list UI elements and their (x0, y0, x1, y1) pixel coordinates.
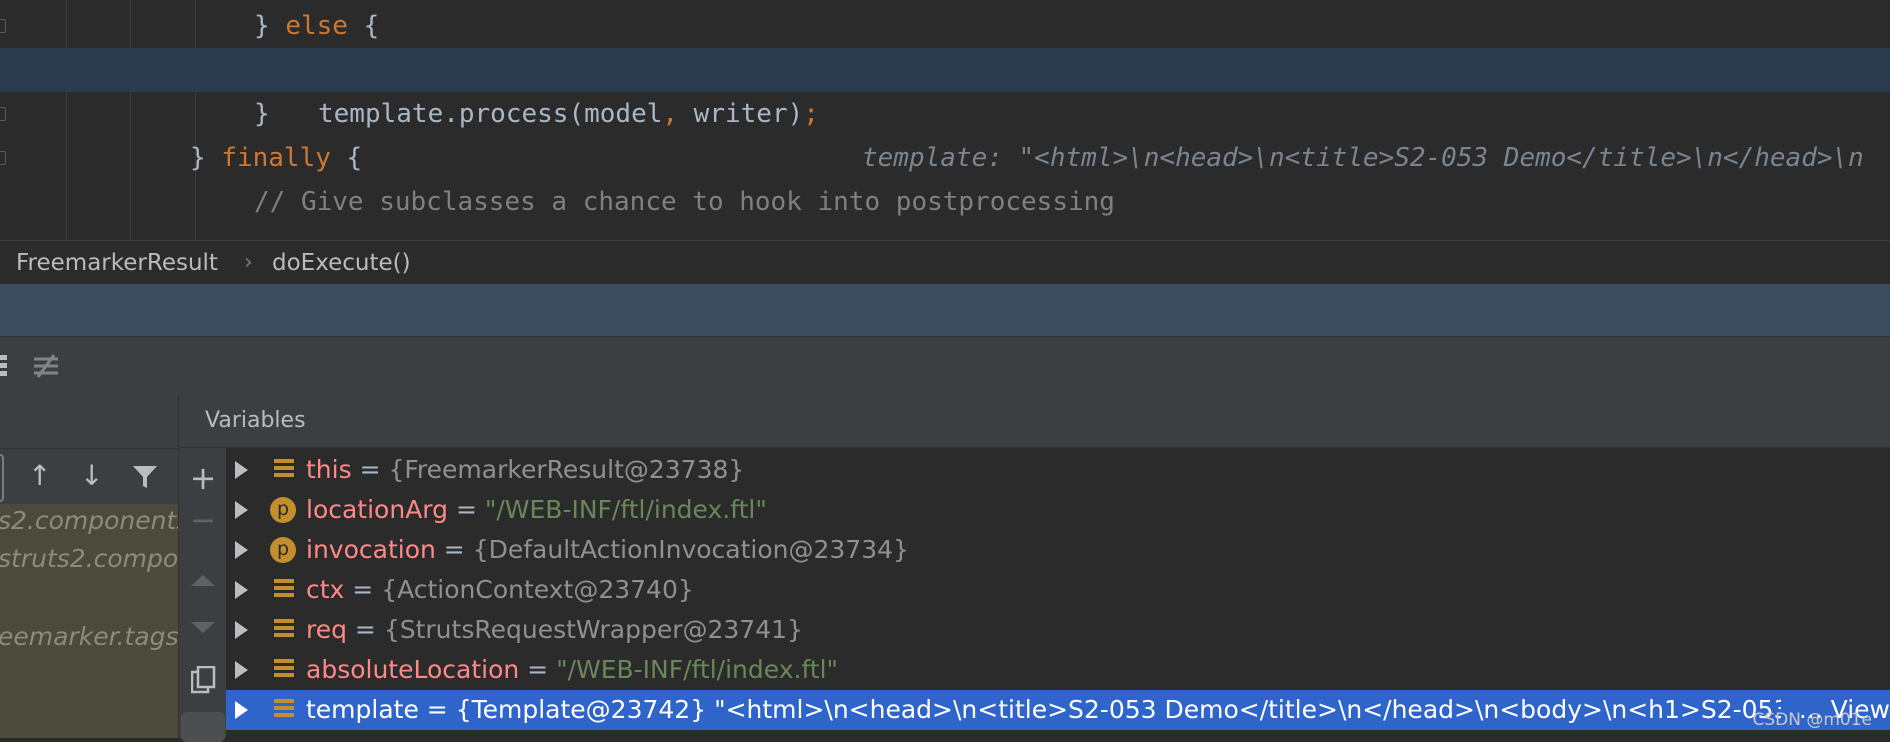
variable-name: locationArg (306, 495, 449, 524)
variable-name: this (306, 455, 352, 484)
frames-panel: ↑ ↓ s2.components struts2.compon eemarke… (0, 394, 178, 738)
equals-sign: = (519, 655, 557, 684)
frame-list[interactable]: s2.components struts2.compon eemarker.ta… (0, 504, 178, 738)
move-up-icon[interactable] (189, 572, 217, 588)
equals-sign: = (344, 575, 382, 604)
field-icon (274, 459, 294, 481)
code-line[interactable]: } else { (0, 4, 1890, 48)
variable-row-locationArg[interactable]: p locationArg = "/WEB-INF/ftl/index.ftl" (226, 490, 1890, 530)
variable-row-this[interactable]: this = {FreemarkerResult@23738} (226, 450, 1890, 490)
up-arrow-icon[interactable]: ↑ (28, 462, 51, 490)
expand-arrow-icon[interactable] (235, 501, 248, 519)
variable-value: {ActionContext@23740} (381, 575, 694, 604)
add-watch-button[interactable]: + (179, 462, 227, 494)
frame-item[interactable]: struts2.compon (0, 544, 178, 573)
down-arrow-icon[interactable]: ↓ (80, 462, 103, 490)
variable-row-template[interactable]: template = {Template@23742} "<html>\n<he… (226, 690, 1890, 730)
equals-sign: = (351, 455, 389, 484)
mute-breakpoints-icon[interactable] (32, 353, 60, 379)
equals-sign: = (418, 695, 456, 724)
fold-marker-icon[interactable] (0, 151, 6, 165)
variable-value: "/WEB-INF/ftl/index.ftl" (556, 655, 839, 684)
breadcrumb: FreemarkerResult › doExecute() (0, 240, 1890, 284)
field-icon (274, 659, 294, 681)
variable-name: invocation (306, 535, 436, 564)
variable-value: {StrutsRequestWrapper@23741} (383, 615, 803, 644)
variable-text: req = {StrutsRequestWrapper@23741} (306, 610, 803, 650)
field-icon (274, 619, 294, 641)
expand-arrow-icon[interactable] (235, 661, 248, 679)
param-icon: p (270, 497, 296, 523)
code-token: } (254, 11, 286, 41)
variables-header: Variables (178, 394, 1890, 448)
code-token: else (285, 11, 348, 41)
breadcrumb-method[interactable]: doExecute() (272, 241, 411, 285)
variable-value: {Template@23742} "<html>\n<head>\n<title… (455, 695, 1817, 724)
expand-arrow-icon[interactable] (235, 461, 248, 479)
expand-arrow-icon[interactable] (235, 701, 248, 719)
filter-icon[interactable] (132, 464, 158, 490)
breadcrumb-class[interactable]: FreemarkerResult (16, 241, 218, 285)
code-token: } (190, 143, 222, 173)
field-icon (274, 579, 294, 601)
variable-value: "/WEB-INF/ftl/index.ftl" (484, 495, 767, 524)
frame-item[interactable]: eemarker.tags. (0, 622, 178, 651)
variable-text: template = {Template@23742} "<html>\n<he… (306, 690, 1817, 730)
debug-tool-window-header (0, 284, 1890, 336)
expand-arrow-icon[interactable] (235, 581, 248, 599)
debug-toolbar (0, 336, 1890, 395)
watermark: CSDN @m01e (1752, 710, 1872, 730)
param-icon: p (270, 537, 296, 563)
equals-sign: = (435, 535, 473, 564)
fold-marker-icon[interactable] (0, 19, 6, 33)
variable-value: {DefaultActionInvocation@23734} (472, 535, 909, 564)
variable-row-absoluteLocation[interactable]: absoluteLocation = "/WEB-INF/ftl/index.f… (226, 650, 1890, 690)
variable-row-invocation[interactable]: p invocation = {DefaultActionInvocation@2… (226, 530, 1890, 570)
variable-row-ctx[interactable]: ctx = {ActionContext@23740} (226, 570, 1890, 610)
variable-text: this = {FreemarkerResult@23738} (306, 450, 744, 490)
code-token: // Give subclasses a chance to hook into… (254, 187, 1115, 217)
fold-marker-icon[interactable] (0, 107, 6, 121)
code-line-current[interactable]: template.process(model, writer); templat… (0, 48, 1890, 173)
variable-text: locationArg = "/WEB-INF/ftl/index.ftl" (306, 490, 767, 530)
equals-sign: = (448, 495, 485, 524)
field-icon (274, 699, 294, 721)
variable-text: absoluteLocation = "/WEB-INF/ftl/index.f… (306, 650, 838, 690)
variables-title: Variables (205, 408, 306, 433)
move-down-icon[interactable] (189, 620, 217, 636)
code-line[interactable]: } (0, 92, 1890, 136)
variable-name: req (306, 615, 347, 644)
variable-name: ctx (306, 575, 345, 604)
remove-watch-button[interactable]: − (179, 504, 227, 536)
code-token: { (347, 11, 380, 41)
code-token: } (254, 99, 270, 129)
code-token: { (330, 143, 363, 173)
breadcrumb-separator: › (244, 250, 253, 275)
layout-icon[interactable] (0, 351, 10, 379)
expand-arrow-icon[interactable] (235, 621, 248, 639)
frames-toolbar (0, 394, 178, 449)
code-editor[interactable]: } else { template.process(model, writer)… (0, 0, 1890, 240)
code-line[interactable]: // Give subclasses a chance to hook into… (0, 180, 1890, 224)
expand-arrow-icon[interactable] (235, 541, 248, 559)
frame-item[interactable]: s2.components (0, 506, 178, 535)
variable-row-req[interactable]: req = {StrutsRequestWrapper@23741} (226, 610, 1890, 650)
variables-tree[interactable]: this = {FreemarkerResult@23738} p location… (226, 448, 1890, 738)
variable-text: ctx = {ActionContext@23740} (306, 570, 694, 610)
variable-name: template (306, 695, 419, 724)
equals-sign: = (346, 615, 384, 644)
copy-icon[interactable] (191, 666, 217, 694)
code-line[interactable]: } finally { (0, 136, 1890, 180)
code-token: finally (221, 143, 331, 173)
variable-value: {FreemarkerResult@23738} (388, 455, 745, 484)
variable-text: invocation = {DefaultActionInvocation@23… (306, 530, 909, 570)
variable-name: absoluteLocation (306, 655, 520, 684)
thread-selector[interactable] (0, 454, 4, 502)
